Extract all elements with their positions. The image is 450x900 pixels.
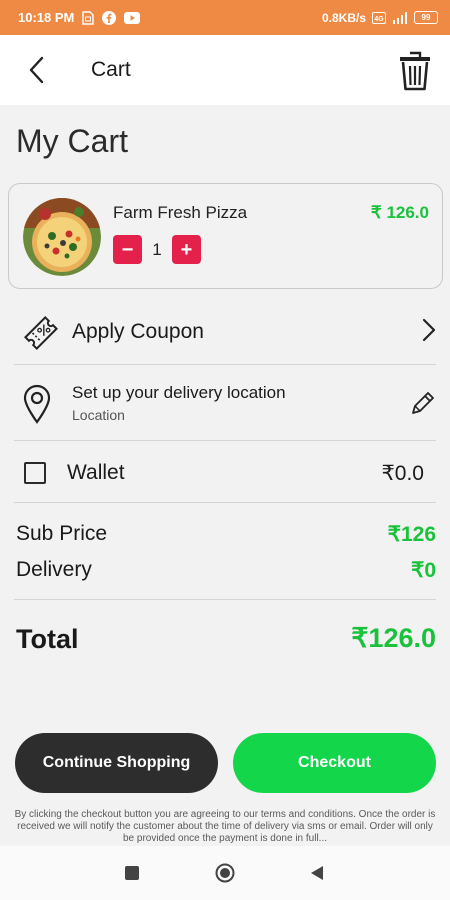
facebook-icon bbox=[102, 10, 117, 25]
battery-level: 99 bbox=[421, 13, 431, 22]
status-bar: 10:18 PM 0.8KB/s 4G 99 bbox=[0, 0, 450, 35]
total-value: ₹126.0 bbox=[351, 623, 436, 653]
sub-price-label: Sub Price bbox=[16, 522, 108, 545]
youtube-icon bbox=[124, 11, 141, 24]
edit-pencil-icon[interactable] bbox=[410, 390, 436, 421]
chevron-right-icon bbox=[422, 318, 436, 347]
wallet-balance: ₹0.0 bbox=[381, 461, 424, 485]
recents-icon[interactable] bbox=[125, 866, 139, 885]
quantity-value: 1 bbox=[152, 239, 162, 259]
home-icon[interactable] bbox=[215, 863, 235, 888]
delivery-location-title: Set up your delivery location bbox=[72, 383, 286, 402]
item-name: Farm Fresh Pizza bbox=[113, 203, 248, 222]
quantity-stepper: − 1 + bbox=[113, 235, 201, 264]
sim-icon bbox=[82, 10, 95, 25]
back-nav-icon[interactable] bbox=[310, 865, 324, 886]
apply-coupon-row[interactable]: Apply Coupon bbox=[14, 308, 436, 356]
total-label: Total bbox=[16, 624, 79, 654]
wallet-label: Wallet bbox=[67, 461, 125, 484]
battery-icon: 99 bbox=[414, 11, 438, 24]
app-title: Cart bbox=[91, 58, 131, 81]
status-time: 10:18 PM bbox=[18, 10, 75, 25]
back-arrow-icon bbox=[29, 56, 44, 84]
system-nav-bar bbox=[0, 846, 450, 900]
divider bbox=[14, 599, 436, 600]
increment-button[interactable]: + bbox=[172, 235, 201, 264]
cart-item-card: Farm Fresh Pizza ₹ 126.0 − 1 + bbox=[8, 183, 443, 289]
continue-shopping-button[interactable]: Continue Shopping bbox=[15, 733, 218, 793]
delivery-label: Delivery bbox=[16, 558, 92, 581]
page-title: My Cart bbox=[16, 123, 128, 159]
clear-cart-button[interactable] bbox=[398, 49, 432, 91]
sub-price-value: ₹126 bbox=[387, 523, 436, 546]
signal-icon bbox=[392, 11, 408, 24]
pizza-image bbox=[23, 198, 101, 276]
wallet-checkbox[interactable] bbox=[24, 462, 46, 484]
divider bbox=[14, 364, 436, 365]
location-pin-icon bbox=[22, 384, 52, 429]
back-button[interactable] bbox=[22, 55, 52, 85]
divider bbox=[14, 440, 436, 441]
coupon-icon bbox=[22, 314, 60, 357]
trash-icon bbox=[400, 51, 430, 91]
wallet-row: Wallet ₹0.0 bbox=[14, 453, 436, 493]
delivery-location-row[interactable]: Set up your delivery location Location bbox=[14, 378, 436, 428]
divider bbox=[14, 502, 436, 503]
app-bar: Cart bbox=[0, 35, 450, 105]
apply-coupon-label: Apply Coupon bbox=[72, 320, 204, 343]
decrement-button[interactable]: − bbox=[113, 235, 142, 264]
delivery-value: ₹0 bbox=[410, 559, 436, 582]
net-speed: 0.8KB/s bbox=[321, 10, 366, 25]
delivery-location-subtitle: Location bbox=[72, 407, 125, 423]
svg-text:4G: 4G bbox=[374, 16, 384, 23]
checkout-button[interactable]: Checkout bbox=[233, 733, 436, 793]
checkout-disclaimer: By clicking the checkout button you are … bbox=[14, 809, 436, 844]
item-price: ₹ 126.0 bbox=[370, 203, 429, 222]
lte-icon: 4G bbox=[372, 11, 386, 24]
